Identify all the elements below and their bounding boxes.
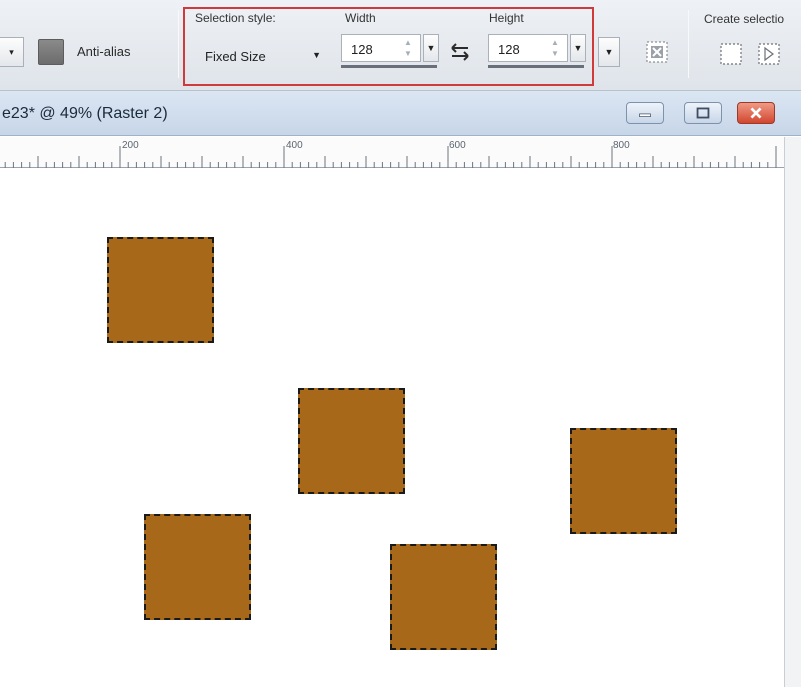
swap-icon[interactable] [447, 39, 473, 65]
toolbar-separator [688, 10, 689, 78]
minimize-icon [639, 113, 651, 117]
ruler-label-400: 400 [286, 140, 303, 151]
previous-option-dropdown[interactable]: ▾ [0, 37, 24, 67]
selection-square[interactable] [107, 237, 214, 343]
close-icon [750, 107, 762, 119]
close-button[interactable] [737, 102, 775, 124]
spin-arrows-icon[interactable]: ▲ ▼ [402, 37, 414, 59]
ruler-label-600: 600 [449, 140, 466, 151]
maximize-icon [696, 107, 710, 119]
antialias-label: Anti-alias [77, 44, 131, 59]
height-dropdown-button[interactable]: ▼ [570, 34, 586, 62]
selection-style-value: Fixed Size [205, 49, 266, 64]
width-value: 128 [351, 42, 373, 57]
height-input[interactable]: 128 ▲ ▼ [488, 34, 568, 62]
selection-square[interactable] [144, 514, 251, 620]
ruler-ticks [4, 146, 777, 168]
tool-options-toolbar: ▾ Anti-alias Selection style: Fixed Size… [0, 0, 801, 91]
document-title: e23* @ 49% (Raster 2) [2, 105, 168, 122]
selection-square[interactable] [298, 388, 405, 494]
selection-style-label: Selection style: [195, 11, 276, 25]
create-selection-label: Create selectio [704, 12, 785, 26]
height-label: Height [489, 11, 524, 25]
width-slider-track[interactable] [341, 65, 437, 68]
selection-style-dropdown[interactable]: Fixed Size ▼ [195, 38, 327, 74]
horizontal-ruler: 200 400 600 800 [0, 137, 784, 168]
width-label: Width [345, 11, 376, 25]
vertical-scrollbar[interactable] [784, 137, 801, 687]
antialias-checkbox[interactable] [38, 39, 64, 65]
width-dropdown-button[interactable]: ▼ [423, 34, 439, 62]
toolbar-separator [178, 10, 179, 78]
height-value: 128 [498, 42, 520, 57]
ruler-label-800: 800 [613, 140, 630, 151]
more-options-dropdown[interactable]: ▼ [598, 37, 620, 67]
height-spinbox[interactable]: 128 ▲ ▼ ▼ [488, 34, 588, 68]
document-titlebar[interactable]: e23* @ 49% (Raster 2) [0, 91, 801, 136]
selection-square[interactable] [390, 544, 497, 650]
ruler-label-200: 200 [122, 140, 139, 151]
create-selection-icon[interactable] [719, 42, 743, 66]
height-slider-track[interactable] [488, 65, 584, 68]
chevron-down-icon: ▼ [312, 50, 321, 60]
create-selection-from-mask-icon[interactable] [757, 42, 781, 66]
width-spinbox[interactable]: 128 ▲ ▼ ▼ [341, 34, 441, 68]
width-input[interactable]: 128 ▲ ▼ [341, 34, 421, 62]
minimize-button[interactable] [626, 102, 664, 124]
image-canvas[interactable] [0, 169, 784, 687]
selection-square[interactable] [570, 428, 677, 534]
select-all-icon[interactable] [645, 40, 669, 64]
maximize-button[interactable] [684, 102, 722, 124]
spin-arrows-icon[interactable]: ▲ ▼ [549, 37, 561, 59]
